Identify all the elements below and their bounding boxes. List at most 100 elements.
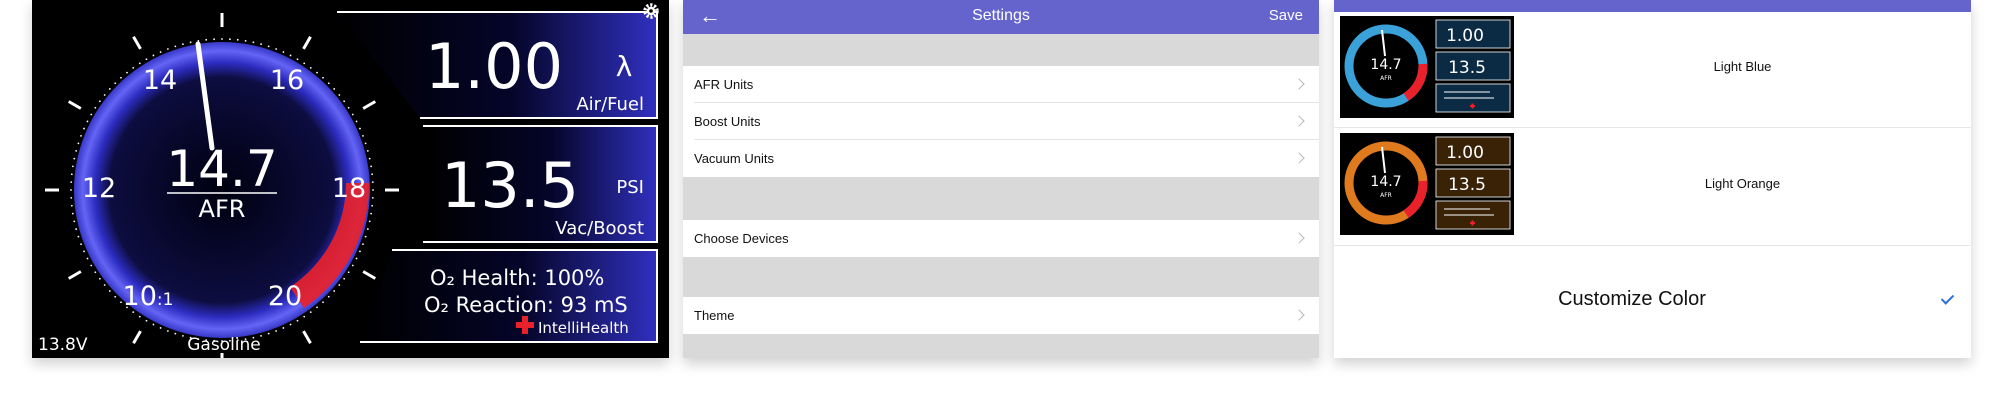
gauge-minor-tick: [159, 51, 162, 53]
theme-selection-screen: 14.7 AFR 1.00 13.5 Light Blue 14.7 AFR 1…: [1334, 0, 1971, 358]
gauge-tick-16: 16: [270, 65, 304, 96]
gauge-minor-tick: [244, 39, 247, 42]
gauge-minor-tick: [296, 319, 299, 322]
afr-units-row[interactable]: AFR Units: [683, 66, 1319, 103]
gauge-minor-tick: [174, 45, 177, 48]
gauge-minor-tick: [371, 204, 374, 207]
gauge-minor-tick: [347, 271, 350, 274]
row-label: Vacuum Units: [694, 151, 774, 166]
gauge-minor-tick: [359, 127, 361, 130]
customize-color-label: Customize Color: [1558, 288, 1706, 310]
gauge-major-tick: [362, 270, 377, 280]
gauge-major-tick: [302, 35, 312, 50]
theme-option-label: Light Blue: [1713, 59, 1772, 74]
chevron-right-icon: [1293, 115, 1305, 127]
gauge-minor-tick: [316, 71, 318, 74]
gauge-minor-tick: [98, 277, 101, 280]
gauge-minor-tick: [83, 127, 85, 130]
theme-option-label: Light Orange: [1704, 176, 1781, 191]
o2-reaction: O₂ Reaction: 93 mS: [424, 293, 628, 317]
gauge-minor-tick: [94, 271, 97, 274]
theme-row[interactable]: Theme: [683, 297, 1319, 334]
gauge-minor-tick: [362, 134, 364, 137]
light-orange-theme-thumbnail: 14.7 AFR 1.00 13.5: [1340, 133, 1514, 235]
gauge-minor-tick: [289, 323, 292, 326]
boost-units-row[interactable]: Boost Units: [683, 103, 1319, 140]
gauge-minor-tick: [364, 142, 367, 145]
gauge-minor-tick: [86, 120, 89, 123]
gauge-minor-tick: [114, 295, 117, 298]
gauge-major-tick: [67, 100, 82, 110]
gauge-minor-tick: [86, 257, 89, 260]
gauge-minor-tick: [213, 38, 215, 41]
gauge-minor-tick: [370, 165, 373, 168]
gauge-minor-tick: [236, 38, 239, 41]
gauge-minor-tick: [359, 250, 361, 253]
gauge-major-tick: [67, 270, 82, 280]
gauge-minor-tick: [90, 264, 93, 267]
lambda-value: 1.00: [425, 30, 563, 103]
gauge-minor-tick: [267, 45, 270, 48]
gauge-minor-tick: [355, 120, 358, 123]
theme-option-light-blue[interactable]: 14.7 AFR 1.00 13.5 Light Blue: [1334, 12, 1971, 128]
boost-label: Vac/Boost: [555, 218, 644, 239]
gauge-minor-tick: [70, 204, 73, 207]
gauge-tick-14: 14: [143, 65, 177, 96]
voltage-readout: 13.8V: [38, 335, 88, 355]
afr-gauge-display: 14 16 12 18 10:1 20 14.7 AFR 13.8V Gasol…: [32, 0, 669, 358]
gauge-minor-tick: [77, 142, 80, 145]
gauge-major-tick: [132, 330, 142, 345]
choose-devices-row[interactable]: Choose Devices: [683, 220, 1319, 257]
gauge-minor-tick: [221, 38, 223, 40]
gauge-minor-tick: [371, 197, 374, 199]
gauge-minor-tick: [362, 243, 364, 246]
chevron-right-icon: [1293, 232, 1305, 244]
gauge-minor-tick: [355, 257, 358, 260]
gauge-minor-tick: [80, 243, 82, 246]
theme-header-bar: [1334, 0, 1971, 12]
gauge-minor-tick: [182, 43, 184, 46]
gauge-minor-tick: [282, 327, 285, 329]
gauge-minor-tick: [364, 235, 367, 238]
gauge-minor-tick: [296, 58, 299, 61]
gauge-minor-tick: [77, 235, 80, 238]
customize-color-option[interactable]: Customize Color: [1334, 246, 1971, 352]
lambda-symbol: λ: [616, 50, 633, 83]
row-label: Choose Devices: [694, 231, 789, 246]
svg-text:1.00: 1.00: [1446, 26, 1484, 46]
gauge-minor-tick: [229, 38, 231, 41]
gauge-minor-tick: [70, 189, 72, 191]
gauge-minor-tick: [351, 264, 354, 267]
gauge-minor-tick: [303, 62, 306, 65]
gauge-minor-tick: [371, 173, 374, 176]
gauge-minor-tick: [275, 330, 278, 332]
gauge-minor-tick: [90, 113, 93, 116]
gauge-minor-tick: [138, 62, 141, 65]
gauge-minor-tick: [75, 150, 78, 152]
gauge-minor-tick: [327, 295, 330, 298]
save-button[interactable]: Save: [1269, 0, 1303, 32]
svg-text:AFR: AFR: [1380, 192, 1392, 199]
gauge-minor-tick: [309, 66, 312, 69]
vacuum-units-row[interactable]: Vacuum Units: [683, 140, 1319, 177]
theme-option-light-orange[interactable]: 14.7 AFR 1.00 13.5 Light Orange: [1334, 129, 1971, 246]
gauge-minor-tick: [333, 290, 336, 292]
gauge-minor-tick: [366, 228, 369, 230]
svg-text:AFR: AFR: [1380, 75, 1392, 82]
gauge-minor-tick: [73, 220, 76, 223]
gauge-minor-tick: [94, 106, 97, 109]
gauge-minor-tick: [114, 82, 117, 85]
settings-screen: ← Settings Save AFR Units Boost Units Va…: [683, 0, 1319, 358]
svg-text:14.7: 14.7: [1370, 57, 1401, 73]
boost-value: 13.5: [441, 149, 579, 222]
gauge-minor-tick: [338, 284, 341, 286]
gauge-major-tick: [132, 35, 142, 50]
gauge-minor-tick: [322, 76, 324, 79]
gauge-tick-12: 12: [82, 173, 116, 204]
gauge-minor-tick: [152, 323, 155, 326]
fuel-type: Gasoline: [187, 335, 261, 355]
gauge-tick-18: 18: [332, 173, 366, 204]
row-label: Boost Units: [694, 114, 761, 129]
gauge-minor-tick: [103, 284, 106, 286]
gauge-minor-tick: [189, 41, 192, 44]
